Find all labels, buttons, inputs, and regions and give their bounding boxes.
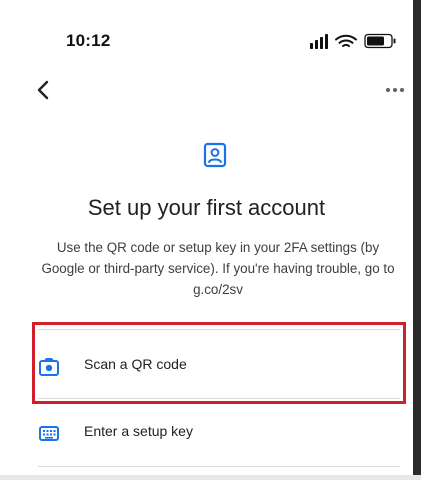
authenticator-setup-screen: 10:12 Set up your first account Use the … (0, 0, 421, 480)
status-time: 10:12 (66, 31, 111, 50)
back-button[interactable] (30, 76, 58, 104)
keyboard-icon (39, 426, 59, 441)
signal-icon (310, 34, 328, 49)
page-title: Set up your first account (87, 195, 326, 220)
screen-bottom-edge (0, 475, 421, 480)
divider (38, 398, 400, 399)
camera-icon (39, 358, 59, 376)
device-edge (413, 0, 421, 480)
status-bar: 10:12 (0, 0, 413, 50)
scan-qr-code-option[interactable]: Scan a QR code (32, 338, 408, 394)
scan-qr-code-label: Scan a QR code (84, 356, 187, 372)
page-description: Use the QR code or setup key in your 2FA… (41, 240, 395, 297)
chevron-left-icon (37, 80, 49, 100)
more-horizontal-icon (386, 88, 404, 92)
divider (38, 466, 400, 467)
wifi-icon (335, 34, 357, 47)
more-options-button[interactable] (381, 82, 409, 98)
divider (38, 329, 400, 330)
status-icons (310, 33, 396, 49)
account-box-icon (203, 142, 227, 168)
battery-icon (364, 33, 396, 49)
enter-setup-key-option[interactable]: Enter a setup key (32, 405, 408, 461)
enter-setup-key-label: Enter a setup key (84, 423, 193, 439)
